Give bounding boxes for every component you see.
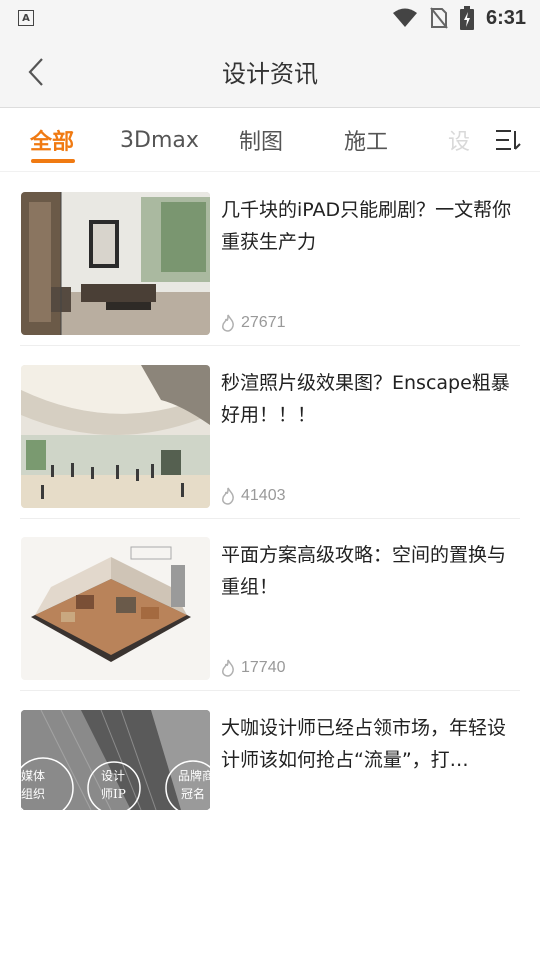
menu-lines-icon	[496, 130, 521, 150]
article-card[interactable]: 秒渲照片级效果图？Enscape粗暴好用！！！ 41403	[0, 347, 540, 519]
article-thumbnail-building: 媒体 组织 设计 师IP 品牌商 冠名	[21, 710, 210, 810]
thumb-text: 组织	[21, 787, 45, 801]
article-title: 平面方案高级攻略：空间的置换与重组！	[221, 544, 507, 598]
divider	[20, 345, 520, 346]
article-title: 大咖设计师已经占领市场，年轻设计师该如何抢占“流量”，打…	[221, 717, 507, 771]
view-count-value: 17740	[241, 659, 286, 676]
status-bar: A 6:31	[0, 0, 540, 36]
article-card[interactable]: 平面方案高级攻略：空间的置换与重组！ 17740	[0, 519, 540, 691]
back-button[interactable]	[18, 54, 54, 90]
view-count: 17740	[221, 659, 286, 677]
app-header: 设计资讯	[0, 36, 540, 108]
thumb-text: 师IP	[101, 787, 126, 801]
thumb-text: 冠名	[181, 786, 205, 801]
no-sim-icon	[430, 7, 448, 29]
article-thumbnail-terminal	[21, 365, 210, 508]
status-time: 6:31	[485, 6, 526, 29]
battery-charging-icon	[459, 6, 474, 30]
flame-icon	[222, 487, 234, 505]
divider	[20, 690, 520, 691]
tab-drawing[interactable]: 制图	[239, 108, 283, 172]
view-count-value: 27671	[241, 314, 286, 331]
tabs-menu-button[interactable]	[488, 124, 528, 156]
chevron-left-icon	[28, 58, 43, 86]
article-thumbnail-cutaway	[21, 537, 210, 680]
flame-icon	[222, 659, 234, 677]
flame-icon	[222, 314, 234, 332]
article-title: 几千块的iPAD只能刷剧？一文帮你重获生产力	[221, 199, 512, 253]
thumb-text: 品牌商	[178, 768, 210, 783]
page-title: 设计资讯	[222, 60, 318, 88]
article-card[interactable]: 媒体 组织 设计 师IP 品牌商 冠名 大咖设计师已经占领市场，年轻设计师该如何…	[0, 692, 540, 810]
article-card[interactable]: 几千块的iPAD只能刷剧？一文帮你重获生产力 27671	[0, 174, 540, 346]
view-count: 41403	[221, 487, 286, 505]
active-tab-indicator	[31, 159, 75, 163]
view-count: 27671	[221, 314, 286, 332]
article-thumbnail-living-room	[21, 192, 210, 335]
category-tabs: 全部 3Dmax 制图 施工 设	[0, 108, 540, 172]
tab-3dmax[interactable]: 3Dmax	[120, 108, 199, 172]
thumb-text: 媒体	[21, 769, 45, 783]
view-count-value: 41403	[241, 487, 286, 504]
thumb-text: 设计	[101, 769, 125, 783]
article-title: 秒渲照片级效果图？Enscape粗暴好用！！！	[221, 372, 510, 426]
tab-design[interactable]: 设	[448, 108, 470, 172]
accessibility-a-icon: A	[18, 10, 34, 26]
tab-construction[interactable]: 施工	[344, 108, 388, 172]
wifi-icon	[392, 8, 417, 27]
